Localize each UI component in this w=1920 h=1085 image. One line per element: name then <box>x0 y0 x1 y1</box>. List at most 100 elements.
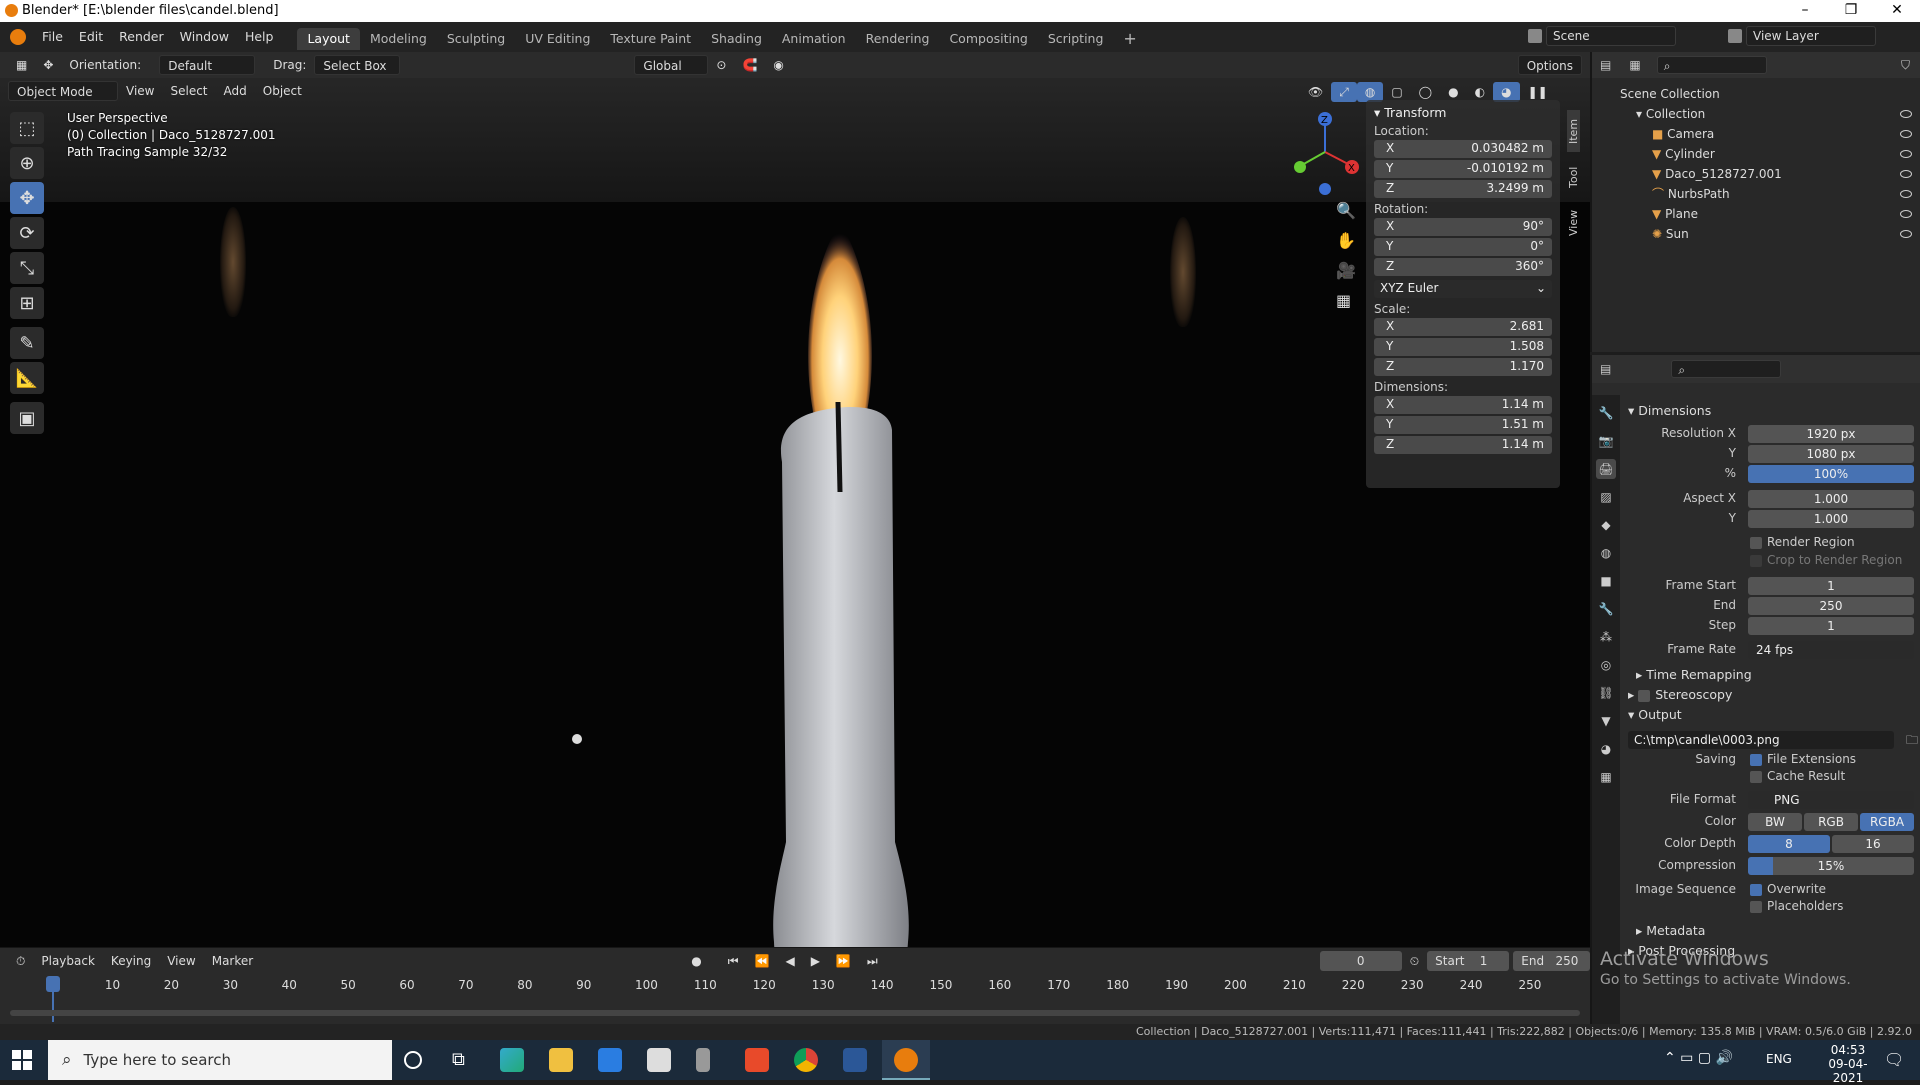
tab-tool[interactable]: Tool <box>1567 156 1580 198</box>
eye-icon[interactable] <box>1900 170 1912 178</box>
transform-orientation-dropdown[interactable]: Global <box>634 55 709 75</box>
frame-rate-dropdown[interactable]: 24 fps <box>1748 641 1914 659</box>
cache-result-row[interactable]: Cache Result <box>1622 769 1920 787</box>
tab-texture-paint[interactable]: Texture Paint <box>600 28 701 50</box>
transform-title[interactable]: ▾ Transform <box>1374 105 1560 120</box>
rotation-z-field[interactable]: Z 360° <box>1374 258 1552 276</box>
minimize-icon[interactable]: – <box>1782 0 1828 22</box>
properties-editor-icon[interactable]: ▤ <box>1600 362 1611 376</box>
tab-animation[interactable]: Animation <box>772 28 856 50</box>
jump-start-icon[interactable]: ⏮ <box>720 951 747 971</box>
eye-icon[interactable] <box>1900 130 1912 138</box>
scene-collection-row[interactable]: Scene Collection <box>1592 84 1920 104</box>
frame-end-field[interactable]: 250 <box>1748 597 1914 615</box>
playhead[interactable] <box>46 976 60 992</box>
tab-item[interactable]: Item <box>1567 110 1580 152</box>
play-icon[interactable]: ▶ <box>803 951 828 971</box>
pause-render-icon[interactable]: ❚❚ <box>1520 82 1556 102</box>
location-x-field[interactable]: X 0.030482 m <box>1374 140 1552 158</box>
particles-tab-icon[interactable]: ⁂ <box>1596 627 1616 647</box>
collection-row[interactable]: ▾ Collection <box>1592 104 1920 124</box>
marker-menu[interactable]: Marker <box>204 951 261 971</box>
object-mode-dropdown[interactable]: Object Mode <box>8 81 118 101</box>
taskbar-search[interactable]: ⌕ Type here to search <box>48 1040 392 1080</box>
time-remapping-header[interactable]: ▸ Time Remapping <box>1636 667 1752 682</box>
resolution-x-field[interactable]: 1920 px <box>1748 425 1914 443</box>
output-path-field[interactable]: C:\tmp\candle\0003.png <box>1628 731 1894 749</box>
placeholders-row[interactable]: Placeholders <box>1622 899 1920 917</box>
ortho-grid-icon[interactable]: ▦ <box>1336 286 1356 316</box>
data-tab-icon[interactable]: ▼ <box>1596 711 1616 731</box>
file-extensions-option[interactable]: File Extensions <box>1750 752 1856 766</box>
menu-window[interactable]: Window <box>172 22 237 52</box>
frame-step-field[interactable]: 1 <box>1748 617 1914 635</box>
select-box-icon[interactable]: ⬚ <box>10 112 44 144</box>
end-frame-field[interactable]: End 250 <box>1513 951 1590 971</box>
crop-region-row[interactable]: Crop to Render Region <box>1622 553 1920 571</box>
eye-icon[interactable] <box>1900 110 1912 118</box>
transform-icon[interactable]: ⊞ <box>10 287 44 319</box>
view-layer-selector[interactable]: View Layer <box>1728 26 1876 46</box>
start-frame-field[interactable]: Start 1 <box>1427 951 1510 971</box>
rendered-shading-icon[interactable]: ◕ <box>1493 82 1520 102</box>
file-format-dropdown[interactable]: PNG <box>1748 791 1914 809</box>
app-s-icon[interactable] <box>745 1048 769 1072</box>
outliner-item-daco[interactable]: ▼ Daco_5128727.001 <box>1592 164 1920 184</box>
tab-scripting[interactable]: Scripting <box>1038 28 1114 50</box>
eye-icon[interactable] <box>1900 210 1912 218</box>
file-explorer-icon[interactable] <box>549 1048 573 1072</box>
rotate-icon[interactable]: ⟳ <box>10 217 44 249</box>
pivot-icon[interactable]: ⊙ <box>708 55 734 75</box>
outliner-item-cylinder[interactable]: ▼ Cylinder <box>1592 144 1920 164</box>
clock-icon[interactable]: ⏲ <box>1402 951 1427 971</box>
object-tab-icon[interactable]: ■ <box>1596 571 1616 591</box>
resolution-pct-field[interactable]: 100% <box>1748 465 1914 483</box>
timeline-scrollbar[interactable] <box>10 1010 1580 1016</box>
dimensions-z-field[interactable]: Z 1.14 m <box>1374 436 1552 454</box>
eye-icon[interactable] <box>1900 150 1912 158</box>
chrome-icon[interactable] <box>794 1048 818 1072</box>
outliner-item-plane[interactable]: ▼ Plane <box>1592 204 1920 224</box>
solid-shading-icon[interactable]: ● <box>1440 82 1466 102</box>
properties-search-input[interactable]: ⌕ <box>1671 360 1782 378</box>
add-menu[interactable]: Add <box>216 81 255 101</box>
tool-tab-icon[interactable]: 🔧 <box>1596 403 1616 423</box>
location-z-field[interactable]: Z 3.2499 m <box>1374 180 1552 198</box>
task-view-icon[interactable]: ⧉ <box>452 1048 476 1072</box>
eye-icon[interactable] <box>1900 230 1912 238</box>
compression-slider[interactable]: 15% <box>1748 857 1914 875</box>
stereoscopy-checkbox[interactable] <box>1638 689 1651 702</box>
close-icon[interactable]: ✕ <box>1874 0 1920 22</box>
overlay-toggle-icon[interactable]: ◍ <box>1356 82 1384 102</box>
keying-menu[interactable]: Keying <box>103 951 159 971</box>
record-icon[interactable]: ● <box>683 951 709 971</box>
scene-tab-icon[interactable]: ◆ <box>1596 515 1616 535</box>
rotation-x-field[interactable]: X 90° <box>1374 218 1552 236</box>
outliner-item-nurbspath[interactable]: ⌒ NurbsPath <box>1592 184 1920 204</box>
add-workspace-icon[interactable]: + <box>1113 28 1146 50</box>
measure-icon[interactable]: 📐 <box>10 362 44 394</box>
output-tab-icon[interactable]: 🖨 <box>1596 459 1616 479</box>
maximize-icon[interactable]: ❐ <box>1828 0 1874 22</box>
proportional-edit-icon[interactable]: ◉ <box>765 55 791 75</box>
object-menu[interactable]: Object <box>255 81 310 101</box>
tab-uv-editing[interactable]: UV Editing <box>515 28 600 50</box>
camera-view-icon[interactable]: 🎥 <box>1336 256 1356 286</box>
aspect-y-field[interactable]: 1.000 <box>1748 510 1914 528</box>
pan-hand-icon[interactable]: ✋ <box>1336 226 1356 256</box>
options-dropdown[interactable]: Options <box>1517 55 1582 75</box>
word-icon[interactable] <box>843 1048 867 1072</box>
mail-icon[interactable] <box>598 1048 622 1072</box>
timeline-ruler[interactable]: 0102030405060708090100110120130140150160… <box>0 976 1590 996</box>
scale-y-field[interactable]: Y 1.508 <box>1374 338 1552 356</box>
scale-x-field[interactable]: X 2.681 <box>1374 318 1552 336</box>
clock[interactable]: 04:53 09-04-2021 <box>1818 1043 1878 1085</box>
play-reverse-icon[interactable]: ◀ <box>777 951 802 971</box>
color-rgba-button[interactable]: RGBA <box>1860 813 1914 831</box>
zoom-icon[interactable]: 🔍 <box>1336 196 1356 226</box>
tray-icons[interactable]: ⌃ ▭ ▢ 🔊 <box>1664 1050 1733 1066</box>
outliner-item-sun[interactable]: ✺ Sun <box>1592 224 1920 244</box>
eye-icon[interactable] <box>1900 190 1912 198</box>
color-bw-button[interactable]: BW <box>1748 813 1802 831</box>
resolution-y-field[interactable]: 1080 px <box>1748 445 1914 463</box>
